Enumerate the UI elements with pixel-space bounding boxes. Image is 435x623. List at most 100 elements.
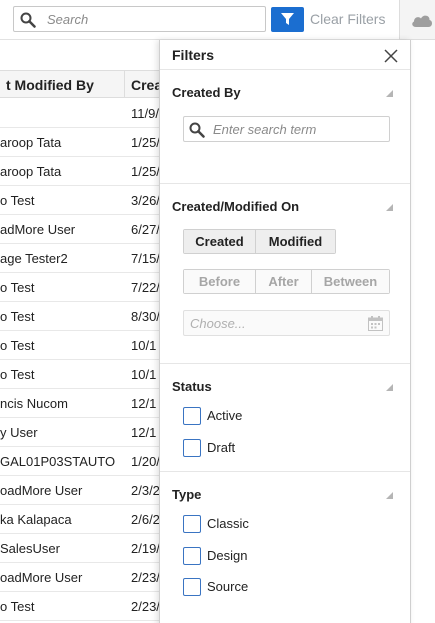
cell-created: 2/19/ (131, 541, 160, 556)
table-row[interactable]: o Test 7/22/ (0, 273, 160, 302)
created-button[interactable]: Created (184, 230, 256, 253)
table-row[interactable]: oadMore User 2/3/2 (0, 476, 160, 505)
between-button[interactable]: Between (312, 270, 389, 293)
cell-modified-by: oadMore User (0, 483, 83, 498)
close-icon[interactable] (383, 48, 399, 64)
cell-created: 10/1 (131, 338, 157, 353)
table-row[interactable]: o Test 3/26/ (0, 186, 160, 215)
cell-modified-by: GAL01P03STAUTO (0, 454, 116, 469)
date-range-toggle: Before After Between (183, 269, 390, 294)
cell-created: 12/1 (131, 425, 157, 440)
cell-modified-by: o Test (0, 193, 35, 208)
filters-panel: Filters Created By Enter search term Cre… (159, 40, 411, 623)
cell-created: 8/30/ (131, 309, 160, 324)
cell-created: 11/9/ (131, 106, 159, 121)
clear-filters-button[interactable]: Clear Filters (310, 11, 385, 27)
table-row[interactable]: o Test 8/30/ (0, 302, 160, 331)
checkbox[interactable] (183, 407, 201, 425)
collapse-triangle-icon[interactable] (386, 204, 393, 211)
checkbox-label: Design (207, 548, 248, 563)
collapse-triangle-icon[interactable] (386, 90, 393, 97)
table-row[interactable]: SalesUser 2/19/ (0, 534, 160, 563)
funnel-icon (281, 13, 294, 25)
column-header-modified-by[interactable]: t Modified By (0, 70, 125, 98)
cell-created: 3/26/ (131, 193, 160, 208)
status-section: Status Active Draft (160, 364, 410, 472)
cell-created: 1/25/ (131, 164, 160, 179)
checkbox[interactable] (183, 439, 201, 457)
table-row[interactable]: aroop Tata 1/25/ (0, 128, 160, 157)
cell-modified-by: adMore User (0, 222, 76, 237)
cell-created: 2/23/ (131, 599, 160, 614)
before-button[interactable]: Before (184, 270, 256, 293)
cell-modified-by: ncis Nucom (0, 396, 68, 411)
date-placeholder: Choose... (190, 316, 246, 331)
cell-created: 6/27/ (131, 222, 160, 237)
created-modified-toggle: Created Modified (183, 229, 336, 254)
table-row[interactable]: aroop Tata 1/25/ (0, 157, 160, 186)
search-icon (20, 12, 36, 28)
created-modified-section: Created/Modified On Created Modified Bef… (160, 184, 410, 364)
cell-modified-by: ka Kalapaca (0, 512, 72, 527)
search-placeholder: Search (47, 12, 89, 27)
cloud-tab[interactable] (399, 0, 435, 40)
filter-button[interactable] (271, 7, 304, 32)
table-row[interactable]: o Test 2/23/ (0, 592, 160, 621)
cell-created: 7/22/ (131, 280, 160, 295)
cell-modified-by: o Test (0, 367, 35, 382)
calendar-icon[interactable] (368, 316, 383, 331)
type-title[interactable]: Type (172, 487, 201, 502)
collapse-triangle-icon[interactable] (386, 492, 393, 499)
cell-created: 1/25/ (131, 135, 160, 150)
table-row[interactable]: ncis Nucom 12/1 (0, 389, 160, 418)
cell-modified-by: y User (0, 425, 38, 440)
after-button[interactable]: After (256, 270, 312, 293)
table-row[interactable]: y User 12/1 (0, 418, 160, 447)
status-title[interactable]: Status (172, 379, 212, 394)
table-row[interactable]: ka Kalapaca 2/6/2 (0, 505, 160, 534)
modified-button[interactable]: Modified (256, 230, 335, 253)
checkbox[interactable] (183, 547, 201, 565)
collapse-triangle-icon[interactable] (386, 384, 393, 391)
table-row[interactable]: adMore User 6/27/ (0, 215, 160, 244)
cloud-icon (412, 15, 433, 27)
table-row[interactable]: o Test 10/1 (0, 331, 160, 360)
checkbox-label: Classic (207, 516, 249, 531)
type-section: Type Classic Design Source (160, 472, 410, 623)
cell-modified-by: SalesUser (0, 541, 60, 556)
table-row[interactable]: o Test 10/1 (0, 360, 160, 389)
search-input[interactable]: Search (13, 6, 266, 32)
cell-modified-by: aroop Tata (0, 135, 62, 150)
filters-header: Filters (160, 40, 410, 70)
cell-created: 12/1 (131, 396, 157, 411)
filters-title: Filters (172, 47, 215, 63)
cell-created: 2/6/2 (131, 512, 160, 527)
search-icon (189, 122, 205, 138)
checkbox[interactable] (183, 515, 201, 533)
cell-created: 10/1 (131, 367, 157, 382)
table-row[interactable]: age Tester2 7/15/ (0, 244, 160, 273)
cell-modified-by: oadMore User (0, 570, 83, 585)
top-toolbar: Search Clear Filters (0, 0, 435, 40)
cell-created: 2/3/2 (131, 483, 160, 498)
cell-modified-by: o Test (0, 599, 35, 614)
table-row[interactable]: GAL01P03STAUTO 1/20/ (0, 447, 160, 476)
cell-modified-by: aroop Tata (0, 164, 62, 179)
created-by-title[interactable]: Created By (172, 85, 241, 100)
cell-created: 1/20/ (131, 454, 160, 469)
cell-modified-by: o Test (0, 338, 35, 353)
created-modified-title[interactable]: Created/Modified On (172, 199, 299, 214)
created-by-search-input[interactable]: Enter search term (183, 116, 390, 142)
table-row[interactable]: oadMore User 2/23/ (0, 563, 160, 592)
cell-modified-by: o Test (0, 280, 35, 295)
date-picker-input[interactable]: Choose... (183, 310, 390, 336)
checkbox-label: Active (207, 408, 243, 423)
cell-created: 7/15/ (131, 251, 160, 266)
created-by-section: Created By Enter search term (160, 70, 410, 184)
checkbox-label: Source (207, 579, 249, 594)
checkbox-label: Draft (207, 440, 236, 455)
cell-created: 2/23/ (131, 570, 160, 585)
created-by-search-placeholder: Enter search term (213, 122, 317, 137)
table-row[interactable]: 11/9/ (0, 99, 160, 128)
checkbox[interactable] (183, 578, 201, 596)
